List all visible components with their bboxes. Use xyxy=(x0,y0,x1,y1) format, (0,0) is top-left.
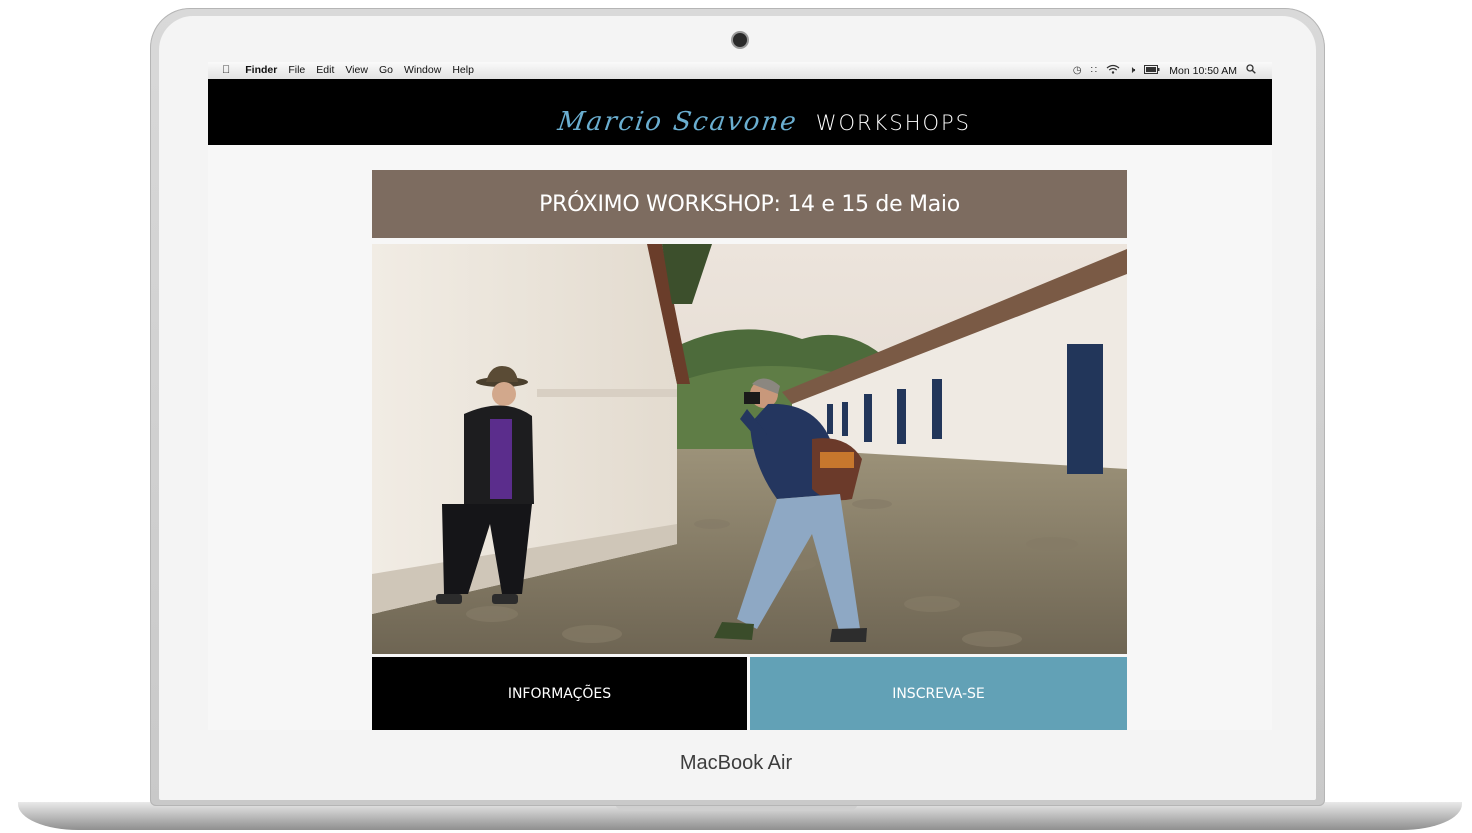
apple-menu-icon[interactable]:  xyxy=(222,64,230,76)
site-header: Marcio Scavone WORKSHOPS xyxy=(208,79,1272,145)
site-logo[interactable]: Marcio Scavone WORKSHOPS xyxy=(555,107,972,137)
menu-clock[interactable]: Mon 10:50 AM xyxy=(1169,65,1237,77)
camera-icon xyxy=(733,33,747,47)
hero-photo-illustration xyxy=(372,244,1127,654)
laptop-mockup: MacBook Air  Finder File Edit View Go W… xyxy=(0,0,1472,833)
next-workshop-banner: PRÓXIMO WORKSHOP: 14 e 15 de Maio xyxy=(372,170,1127,238)
menu-item-file[interactable]: File xyxy=(288,64,305,76)
info-button[interactable]: INFORMAÇÕES xyxy=(372,657,747,730)
logo-signature: Marcio Scavone xyxy=(555,107,800,137)
menu-item-view[interactable]: View xyxy=(345,64,368,76)
volume-icon[interactable]: 🕨 xyxy=(1129,65,1135,76)
signup-button[interactable]: INSCREVA-SE xyxy=(750,657,1127,730)
logo-wordmark: WORKSHOPS xyxy=(815,111,972,135)
spotlight-search-icon[interactable] xyxy=(1246,64,1256,77)
menu-item-help[interactable]: Help xyxy=(452,64,474,76)
menu-item-window[interactable]: Window xyxy=(404,64,441,76)
battery-icon[interactable] xyxy=(1144,64,1160,77)
hero-photo xyxy=(372,244,1127,654)
menu-bar:  Finder File Edit View Go Window Help ◷… xyxy=(208,62,1272,80)
menu-item-edit[interactable]: Edit xyxy=(316,64,334,76)
menu-app-name[interactable]: Finder xyxy=(245,64,277,76)
screen:  Finder File Edit View Go Window Help ◷… xyxy=(208,62,1272,730)
device-label: MacBook Air xyxy=(679,752,793,774)
bluetooth-icon[interactable]: ∷ xyxy=(1091,65,1097,76)
time-machine-icon[interactable]: ◷ xyxy=(1073,65,1082,76)
menu-item-go[interactable]: Go xyxy=(379,64,393,76)
wifi-icon[interactable] xyxy=(1106,64,1120,77)
